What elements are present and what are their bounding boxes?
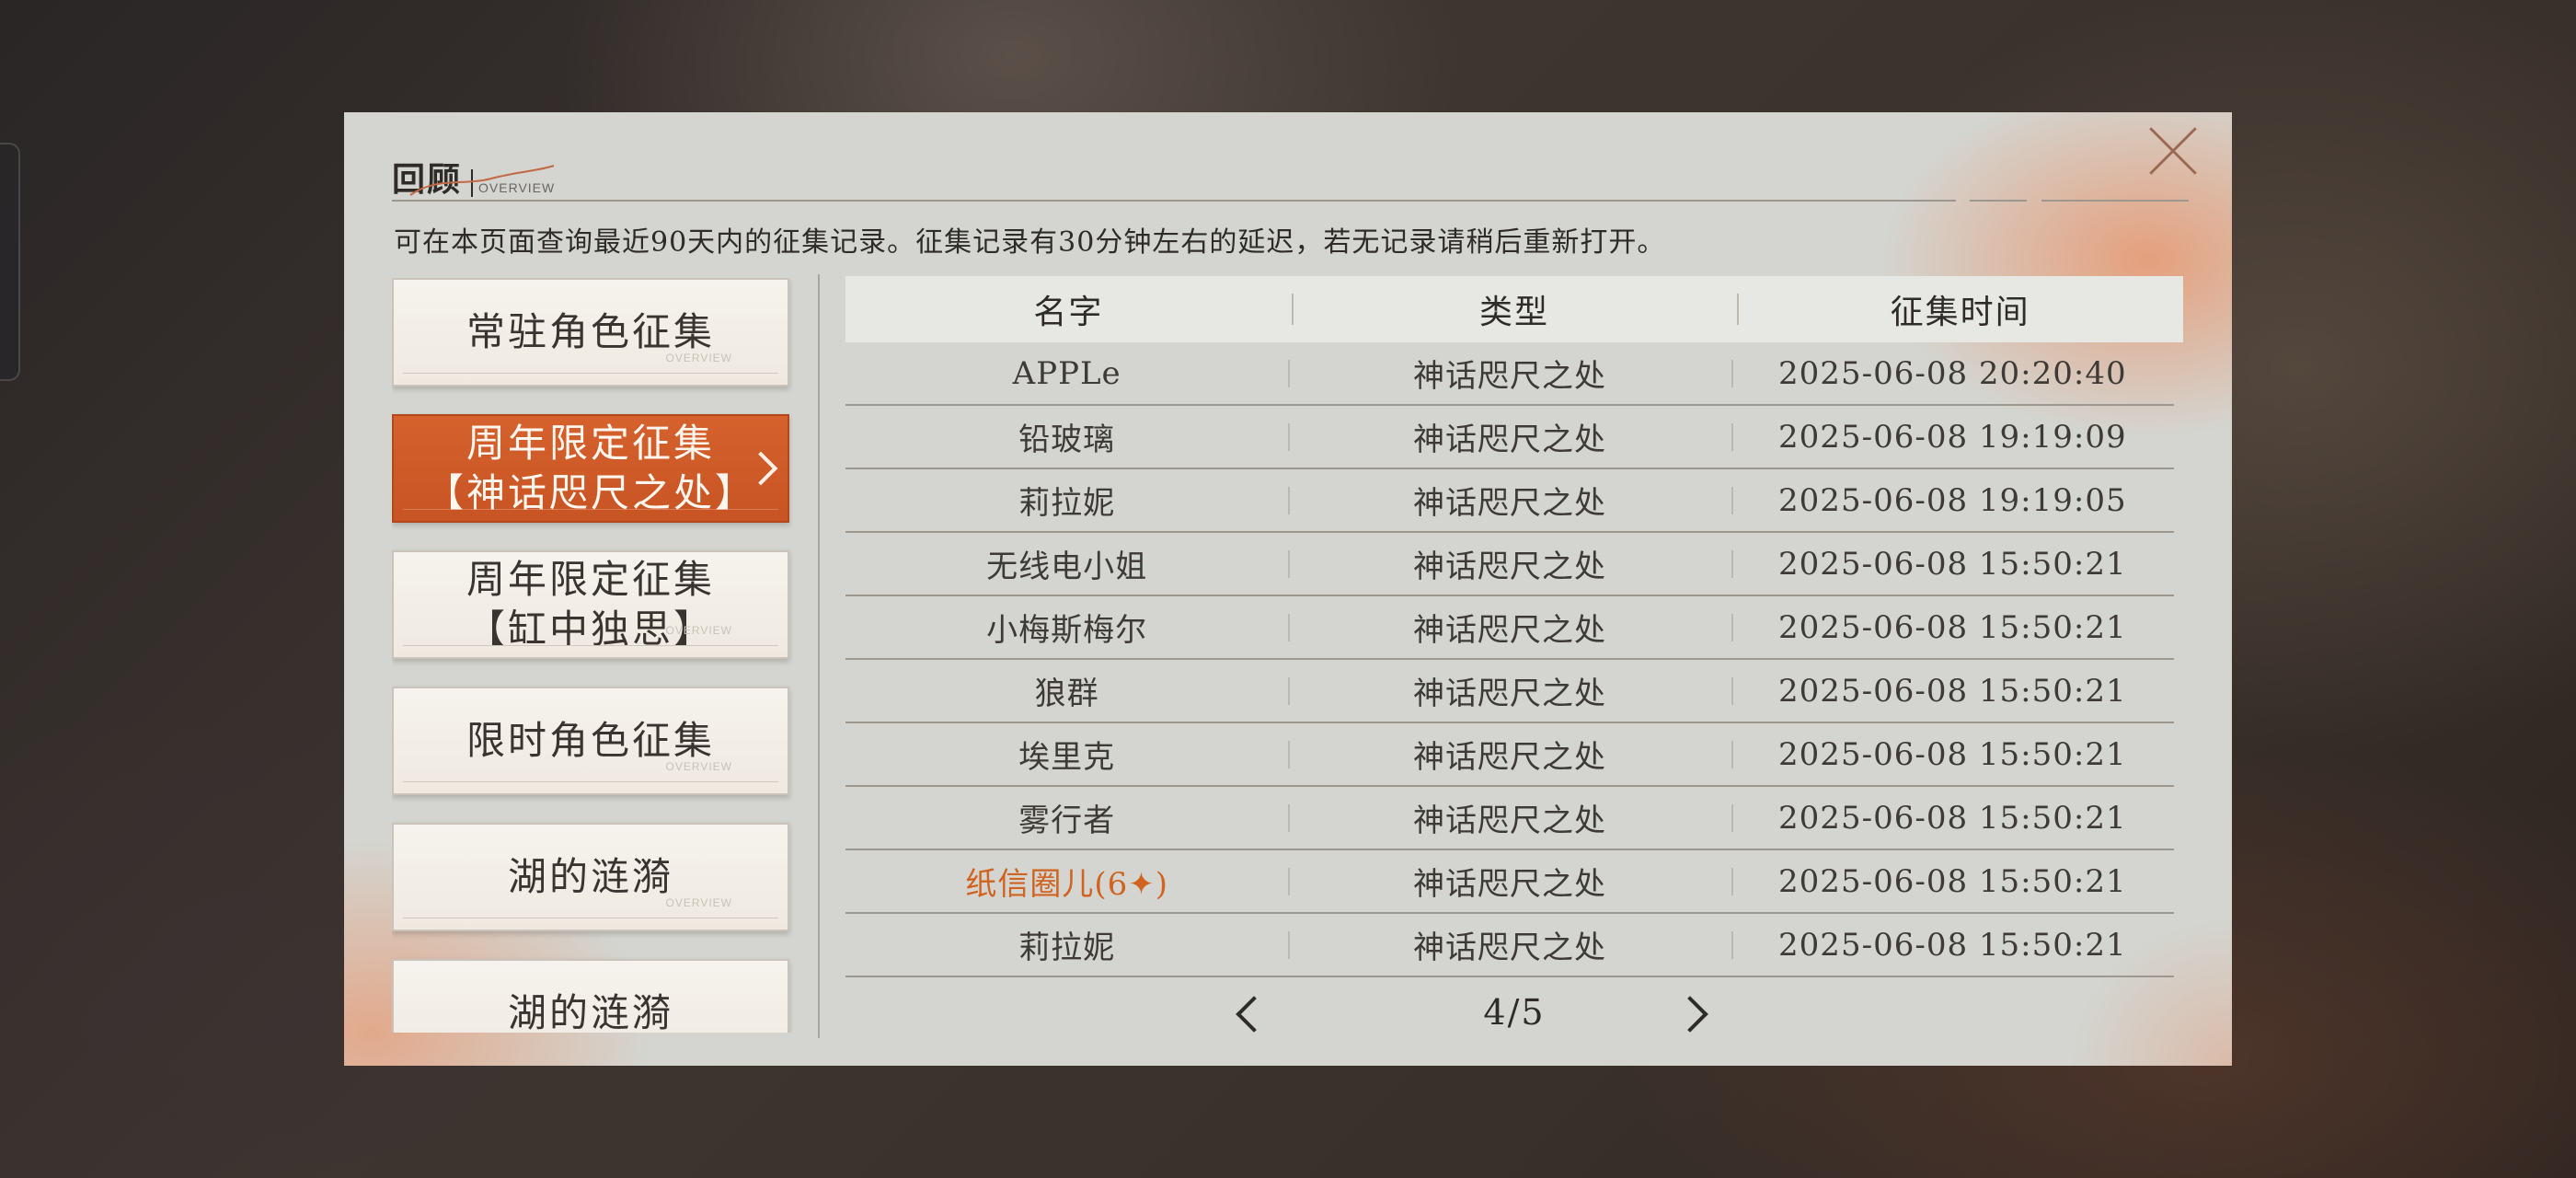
table-row: 纸信圈儿(6✦) 神话咫尺之处 2025-06-08 15:50:21 bbox=[845, 850, 2174, 914]
category-button-2[interactable]: 周年限定征集 【神话咫尺之处】 bbox=[392, 414, 789, 523]
cell-type: 神话咫尺之处 bbox=[1288, 795, 1731, 840]
category-button-4[interactable]: 限时角色征集 OVERVIEW bbox=[392, 687, 789, 795]
pager: 4/5 bbox=[845, 977, 2183, 1051]
header-time: 征集时间 bbox=[1737, 285, 2183, 333]
records-table: 名字 类型 征集时间 APPLe 神话咫尺之处 2025-06-08 20:20:4… bbox=[845, 276, 2183, 977]
title-swoosh-decoration bbox=[409, 165, 555, 196]
table-row: 莉拉妮 神话咫尺之处 2025-06-08 19:19:05 bbox=[845, 469, 2174, 533]
cell-type: 神话咫尺之处 bbox=[1288, 732, 1731, 777]
cell-name: APPLe bbox=[1012, 354, 1121, 392]
category-button-5[interactable]: 湖的涟漪 OVERVIEW bbox=[392, 823, 789, 931]
cell-name: 狼群 bbox=[1034, 676, 1099, 712]
cell-time: 2025-06-08 19:19:09 bbox=[1731, 419, 2174, 456]
cell-time: 2025-06-08 15:50:21 bbox=[1731, 736, 2174, 773]
cell-time: 2025-06-08 15:50:21 bbox=[1731, 609, 2174, 646]
category-watermark: OVERVIEW bbox=[665, 624, 732, 637]
category-button-1[interactable]: 常驻角色征集 OVERVIEW bbox=[392, 278, 789, 387]
category-label: 周年限定征集 【神话咫尺之处】 bbox=[424, 421, 756, 515]
cell-name: 雾行者 bbox=[1018, 803, 1116, 839]
header-type: 类型 bbox=[1292, 285, 1738, 333]
table-row: 无线电小姐 神话咫尺之处 2025-06-08 15:50:21 bbox=[845, 533, 2174, 596]
table-row: APPLe 神话咫尺之处 2025-06-08 20:20:40 bbox=[845, 342, 2174, 406]
cell-type: 神话咫尺之处 bbox=[1288, 668, 1731, 713]
cell-time: 2025-06-08 15:50:21 bbox=[1731, 927, 2174, 964]
cell-type: 神话咫尺之处 bbox=[1288, 351, 1731, 396]
cell-name: 小梅斯梅尔 bbox=[986, 612, 1148, 649]
vertical-divider bbox=[818, 274, 820, 1038]
category-label: 湖的涟漪 bbox=[507, 990, 673, 1033]
cell-type: 神话咫尺之处 bbox=[1288, 541, 1731, 586]
cell-name: 莉拉妮 bbox=[1018, 930, 1116, 966]
category-watermark: OVERVIEW bbox=[665, 352, 732, 364]
cell-time: 2025-06-08 15:50:21 bbox=[1731, 863, 2174, 900]
cell-type: 神话咫尺之处 bbox=[1288, 922, 1731, 967]
category-button-6[interactable]: 湖的涟漪OVERVIEW bbox=[392, 959, 789, 1033]
side-handle[interactable] bbox=[0, 143, 20, 381]
page-indicator: 4/5 bbox=[1483, 992, 1546, 1033]
cell-type: 神话咫尺之处 bbox=[1288, 414, 1731, 459]
table-row: 莉拉妮 神话咫尺之处 2025-06-08 15:50:21 bbox=[845, 914, 2174, 977]
cell-time: 2025-06-08 19:19:05 bbox=[1731, 482, 2174, 519]
cell-time: 2025-06-08 15:50:21 bbox=[1731, 546, 2174, 583]
close-icon[interactable] bbox=[2145, 123, 2201, 179]
table-row: 埃里克 神话咫尺之处 2025-06-08 15:50:21 bbox=[845, 723, 2174, 787]
records-dialog: 回顾 OVERVIEW 可在本页面查询最近90天内的征集记录。征集记录有30分钟… bbox=[344, 112, 2232, 1066]
header-rule bbox=[392, 200, 2189, 202]
cell-time: 2025-06-08 15:50:21 bbox=[1731, 673, 2174, 710]
category-watermark: OVERVIEW bbox=[665, 760, 732, 773]
category-button-3[interactable]: 周年限定征集 【缸中独思】 OVERVIEW bbox=[392, 550, 789, 659]
cell-type: 神话咫尺之处 bbox=[1288, 478, 1731, 523]
cell-time: 2025-06-08 15:50:21 bbox=[1731, 800, 2174, 837]
cell-name: 埃里克 bbox=[1018, 739, 1116, 776]
cell-type: 神话咫尺之处 bbox=[1288, 859, 1731, 904]
table-row: 雾行者 神话咫尺之处 2025-06-08 15:50:21 bbox=[845, 787, 2174, 850]
category-watermark: OVERVIEW bbox=[665, 896, 732, 909]
cell-name: 纸信圈儿(6✦) bbox=[965, 866, 1168, 903]
cell-type: 神话咫尺之处 bbox=[1288, 605, 1731, 650]
cell-name: 铅玻璃 bbox=[1018, 422, 1116, 458]
category-label: 湖的涟漪 bbox=[507, 854, 673, 899]
table-row: 狼群 神话咫尺之处 2025-06-08 15:50:21 bbox=[845, 660, 2174, 723]
table-row: 铅玻璃 神话咫尺之处 2025-06-08 19:19:09 bbox=[845, 406, 2174, 469]
category-watermark: OVERVIEW bbox=[666, 1014, 732, 1033]
cell-name: 莉拉妮 bbox=[1018, 485, 1116, 522]
table-body: APPLe 神话咫尺之处 2025-06-08 20:20:40 铅玻璃 神话咫尺之处 2… bbox=[845, 342, 2183, 977]
cell-time: 2025-06-08 20:20:40 bbox=[1731, 355, 2174, 392]
notice-text: 可在本页面查询最近90天内的征集记录。征集记录有30分钟左右的延迟，若无记录请稍… bbox=[394, 226, 1666, 259]
cell-name: 无线电小姐 bbox=[986, 549, 1148, 585]
table-header: 名字 类型 征集时间 bbox=[845, 276, 2183, 342]
header-name: 名字 bbox=[1033, 294, 1104, 331]
table-row: 小梅斯梅尔 神话咫尺之处 2025-06-08 15:50:21 bbox=[845, 596, 2174, 660]
category-list: 常驻角色征集 OVERVIEW 周年限定征集 【神话咫尺之处】周年限定征集 【缸中独… bbox=[392, 278, 793, 1033]
